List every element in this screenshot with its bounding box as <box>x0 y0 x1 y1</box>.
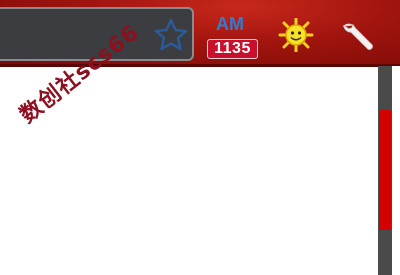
am-count-badge[interactable]: 1135 <box>207 39 258 59</box>
browser-toolbar: AM 1135 <box>0 0 400 67</box>
sun-extension-icon[interactable] <box>278 18 314 52</box>
wrench-menu-icon[interactable] <box>338 18 378 58</box>
am-extension-label[interactable]: AM <box>216 14 256 34</box>
bookmark-star-icon[interactable] <box>153 17 189 53</box>
scrollbar-thumb[interactable] <box>379 110 391 230</box>
